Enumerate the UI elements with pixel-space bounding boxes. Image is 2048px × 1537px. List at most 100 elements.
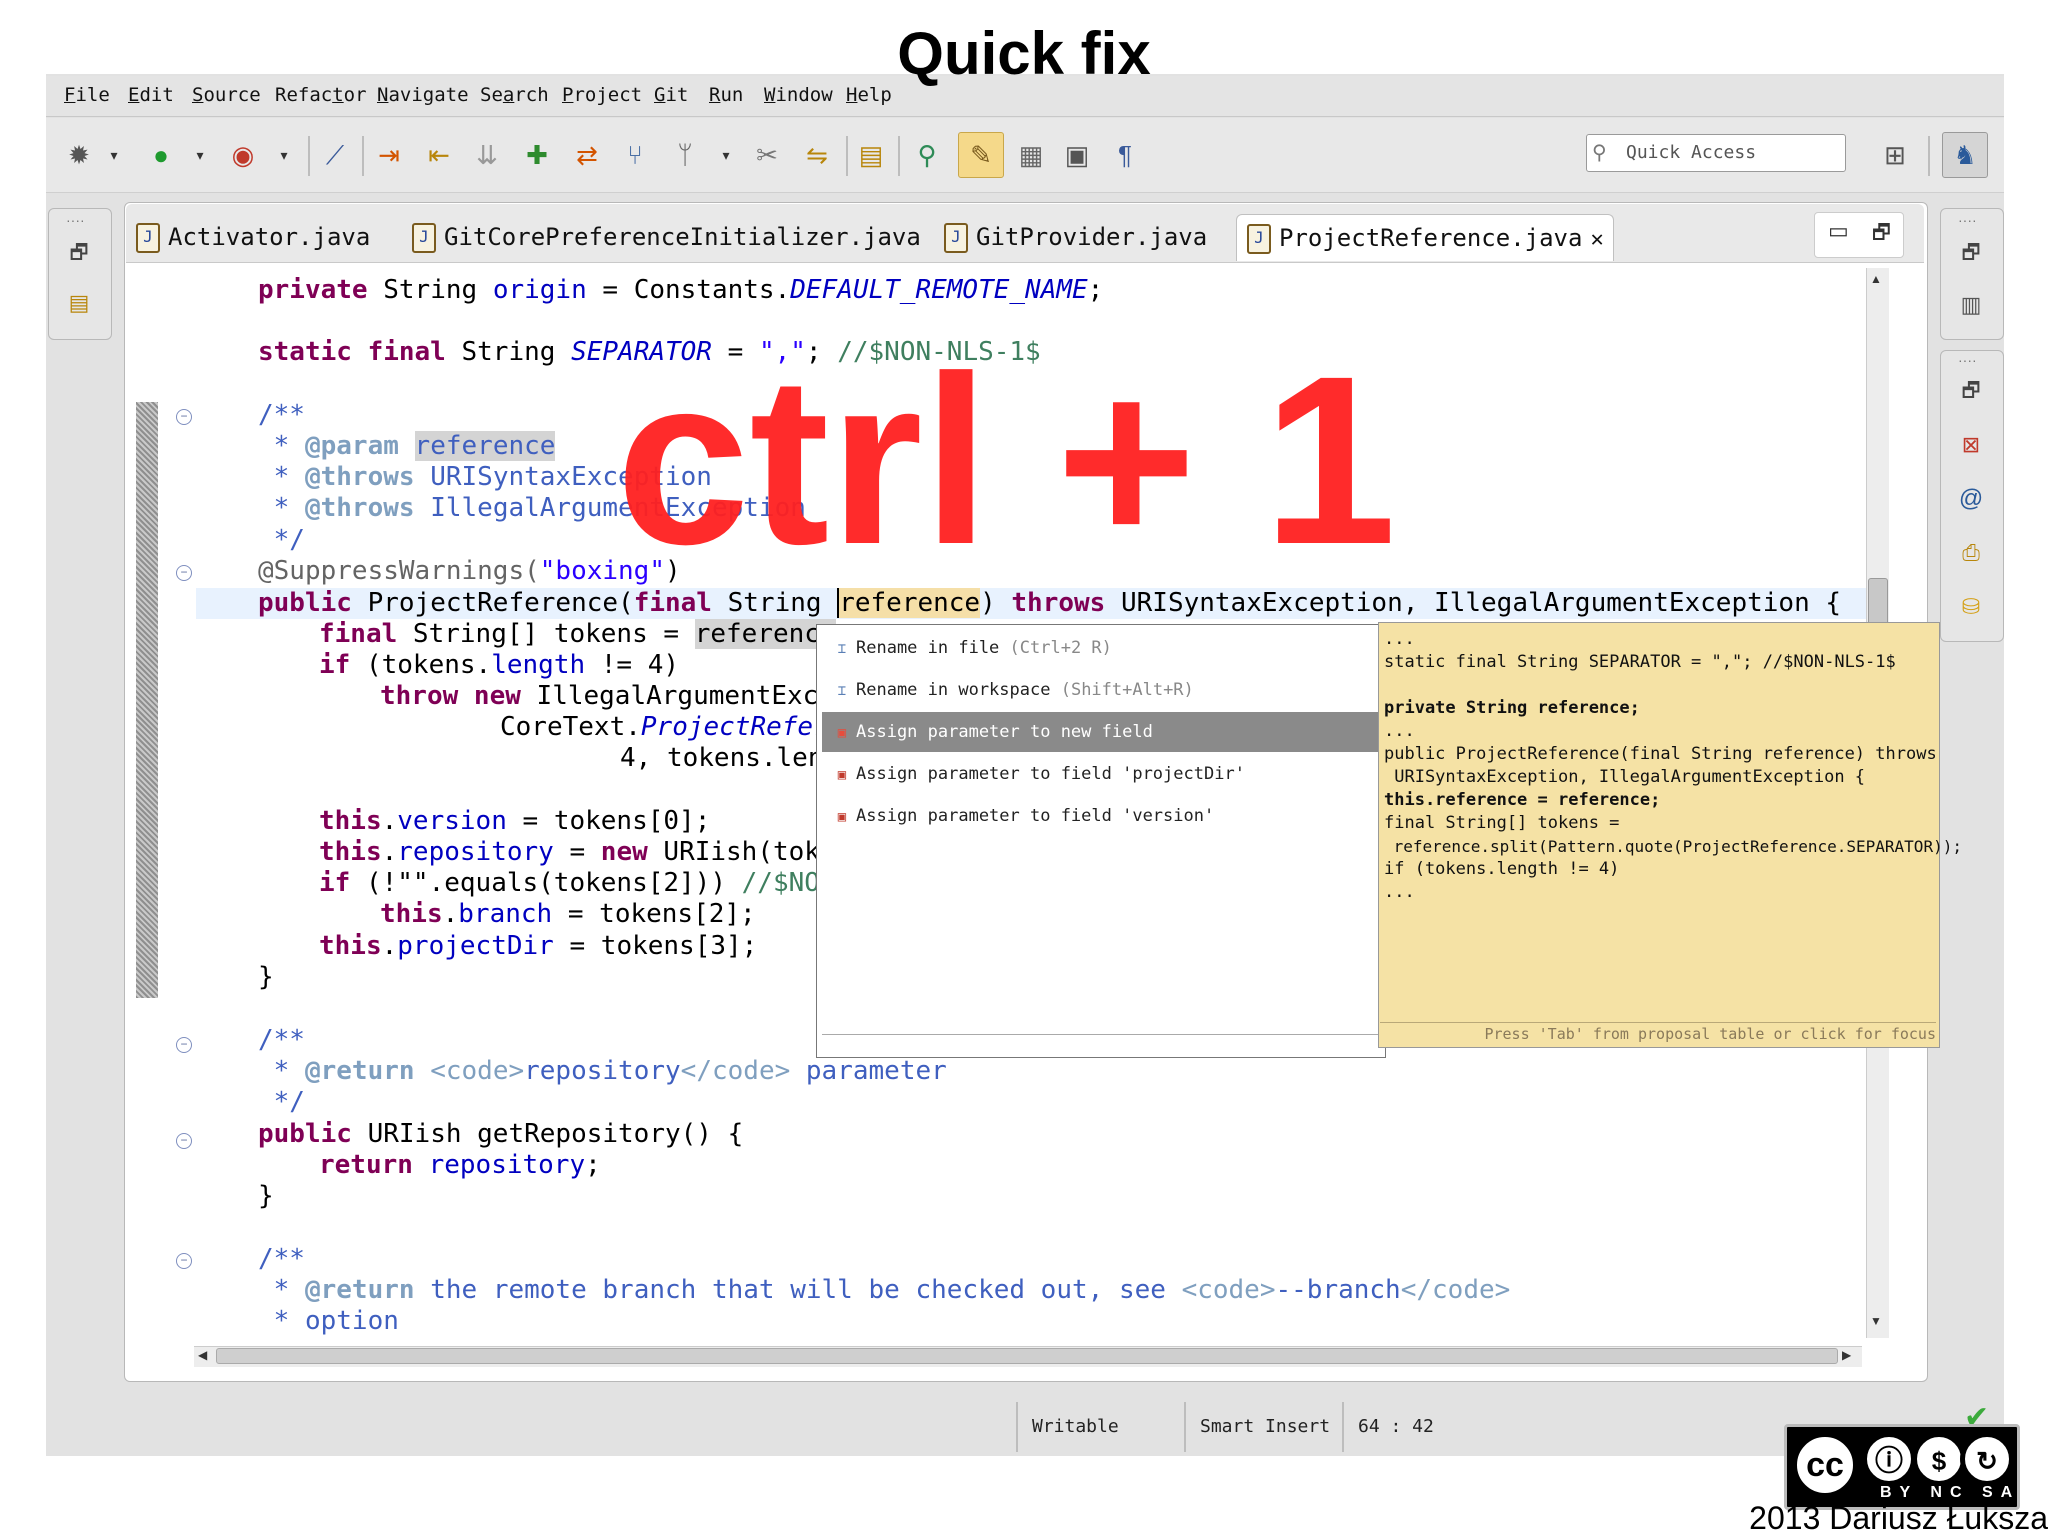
code-line[interactable]: this.branch = tokens[2];: [380, 899, 756, 930]
toolbar-separator: [362, 136, 364, 176]
declaration-icon[interactable]: ⎙: [1954, 536, 1988, 570]
preview-line: this.reference = reference;: [1384, 790, 1661, 810]
status-insert-mode: Smart Insert: [1184, 1402, 1340, 1452]
git-fetch-icon[interactable]: ⇤: [422, 138, 456, 172]
git-commit-icon[interactable]: ⇄: [570, 138, 604, 172]
debug-icon[interactable]: ✹: [62, 138, 96, 172]
package-explorer-icon[interactable]: ▤: [62, 286, 96, 320]
search-icon: ⚲: [1592, 142, 1607, 164]
task-list-icon[interactable]: ▥: [1954, 288, 1988, 322]
status-writable: Writable: [1016, 1402, 1182, 1452]
code-line[interactable]: */: [258, 525, 305, 556]
tab-git-provider[interactable]: J GitProvider.java: [944, 214, 1212, 260]
code-line[interactable]: * @return <code>repository</code> parame…: [258, 1056, 947, 1087]
restore-icon[interactable]: 🗗: [1954, 374, 1988, 408]
git-rebase-icon[interactable]: ⇋: [800, 138, 834, 172]
scroll-left-icon[interactable]: ◀: [198, 1348, 207, 1362]
git-add-icon[interactable]: ✚: [520, 138, 554, 172]
maximize-icon[interactable]: 🗗: [1872, 218, 1891, 252]
drag-handle-icon[interactable]: ····: [1958, 212, 1977, 228]
code-line[interactable]: private String origin = Constants.DEFAUL…: [258, 275, 1103, 306]
preview-line: final String[] tokens =: [1384, 813, 1620, 833]
code-line[interactable]: 4, tokens.len: [620, 743, 824, 774]
java-file-icon: J: [944, 223, 968, 253]
toolbar-separator: [898, 136, 900, 176]
fold-toggle-icon[interactable]: −: [176, 1037, 192, 1053]
preview-line: if (tokens.length != 4): [1384, 859, 1620, 879]
proposal-rename-in-workspace[interactable]: ⌶ Rename in workspace (Shift+Alt+R): [822, 670, 1378, 710]
scroll-up-icon[interactable]: ▲: [1870, 272, 1882, 286]
search-toolbar-icon[interactable]: ⚲: [910, 138, 944, 172]
git-push-icon[interactable]: ⇥: [372, 138, 406, 172]
quick-access-placeholder: Quick Access: [1626, 142, 1757, 163]
fold-toggle-icon[interactable]: −: [176, 409, 192, 425]
drag-handle-icon[interactable]: ····: [1958, 352, 1977, 368]
code-line[interactable]: return repository;: [319, 1150, 601, 1181]
code-line[interactable]: this.projectDir = tokens[3];: [319, 931, 757, 962]
close-icon[interactable]: ✕: [1590, 227, 1603, 252]
code-line[interactable]: * @param reference: [258, 431, 556, 462]
proposal-rename-in-file[interactable]: ⌶ Rename in file (Ctrl+2 R): [822, 628, 1378, 668]
tab-activator[interactable]: J Activator.java: [136, 214, 378, 260]
git-repositories-icon[interactable]: ⛁: [1954, 590, 1988, 624]
code-line[interactable]: /**: [258, 1025, 305, 1056]
code-line[interactable]: this.repository = new URIish(toke: [319, 837, 836, 868]
code-line[interactable]: /**: [258, 400, 305, 431]
block-selection-icon[interactable]: ▦: [1014, 138, 1048, 172]
fold-toggle-icon[interactable]: −: [176, 565, 192, 581]
sa-icon: ↻: [1960, 1432, 2014, 1486]
fold-toggle-icon[interactable]: −: [176, 1253, 192, 1269]
proposal-assign-field-version[interactable]: ▣ Assign parameter to field 'version': [822, 796, 1378, 836]
show-source-icon[interactable]: ▣: [1060, 138, 1094, 172]
code-line[interactable]: if (tokens.length != 4): [319, 650, 679, 681]
restore-icon[interactable]: 🗗: [62, 236, 96, 270]
code-line[interactable]: }: [258, 1181, 274, 1212]
proposal-assign-new-field[interactable]: ▣ Assign parameter to new field: [822, 712, 1378, 752]
git-pull-icon[interactable]: ⇊: [470, 138, 504, 172]
by-icon: ⓘ: [1862, 1432, 1916, 1486]
code-line[interactable]: public URIish getRepository() {: [258, 1119, 743, 1150]
tab-git-core-preference-initializer[interactable]: J GitCorePreferenceInitializer.java: [412, 214, 921, 260]
git-cherry-pick-icon[interactable]: ✂: [750, 138, 784, 172]
scroll-down-icon[interactable]: ▼: [1870, 1314, 1882, 1328]
restore-icon[interactable]: 🗗: [1954, 236, 1988, 270]
code-line[interactable]: this.version = tokens[0];: [319, 806, 710, 837]
proposal-assign-field-projectdir[interactable]: ▣ Assign parameter to field 'projectDir': [822, 754, 1378, 794]
code-line[interactable]: }: [258, 962, 274, 993]
code-line[interactable]: final String[] tokens = reference: [319, 619, 836, 650]
run-dropdown-icon[interactable]: ▾: [190, 138, 210, 172]
code-line[interactable]: */: [258, 1087, 305, 1118]
git-merge-icon[interactable]: ⑂: [618, 138, 652, 172]
assign-icon: ▣: [837, 767, 847, 783]
debug-dropdown-icon[interactable]: ▾: [104, 138, 124, 172]
status-cursor-position: 64 : 42: [1342, 1402, 1478, 1452]
mark-occurrences-icon[interactable]: ✎: [958, 132, 1004, 178]
code-line[interactable]: /**: [258, 1244, 305, 1275]
tab-project-reference[interactable]: J ProjectReference.java ✕: [1236, 214, 1614, 261]
java-file-icon: J: [136, 223, 160, 253]
run-icon[interactable]: ●: [144, 138, 178, 172]
rename-icon: ⌶: [837, 641, 847, 657]
minimize-icon[interactable]: ▭: [1828, 218, 1849, 244]
code-line[interactable]: * option: [258, 1306, 399, 1337]
java-perspective-icon[interactable]: ♞: [1942, 132, 1988, 178]
external-tools-icon[interactable]: ◉: [226, 138, 260, 172]
open-type-icon[interactable]: ▤: [854, 138, 888, 172]
skip-breakpoints-icon[interactable]: ⟋: [318, 138, 352, 172]
external-tools-dropdown-icon[interactable]: ▾: [274, 138, 294, 172]
open-perspective-icon[interactable]: ⊞: [1878, 138, 1912, 172]
drag-handle-icon[interactable]: ····: [66, 212, 85, 228]
code-line[interactable]: CoreText.ProjectRefer: [500, 712, 829, 743]
show-whitespace-icon[interactable]: ¶: [1108, 138, 1142, 172]
fold-toggle-icon[interactable]: −: [176, 1133, 192, 1149]
code-line[interactable]: * @return the remote branch that will be…: [258, 1275, 1511, 1306]
code-line[interactable]: if (!"".equals(tokens[2])) //$NON: [319, 868, 836, 899]
git-branch-icon[interactable]: ᛘ: [668, 138, 702, 172]
horizontal-scroll-thumb[interactable]: [216, 1348, 1838, 1364]
problems-icon[interactable]: ⊠: [1954, 428, 1988, 462]
scroll-right-icon[interactable]: ▶: [1842, 1348, 1851, 1362]
javadoc-icon[interactable]: @: [1954, 482, 1988, 516]
shortcut-overlay: ctrl + 1: [616, 326, 1397, 594]
code-line[interactable]: throw new IllegalArgumentExce: [380, 681, 834, 712]
git-branch-dropdown-icon[interactable]: ▾: [716, 138, 736, 172]
